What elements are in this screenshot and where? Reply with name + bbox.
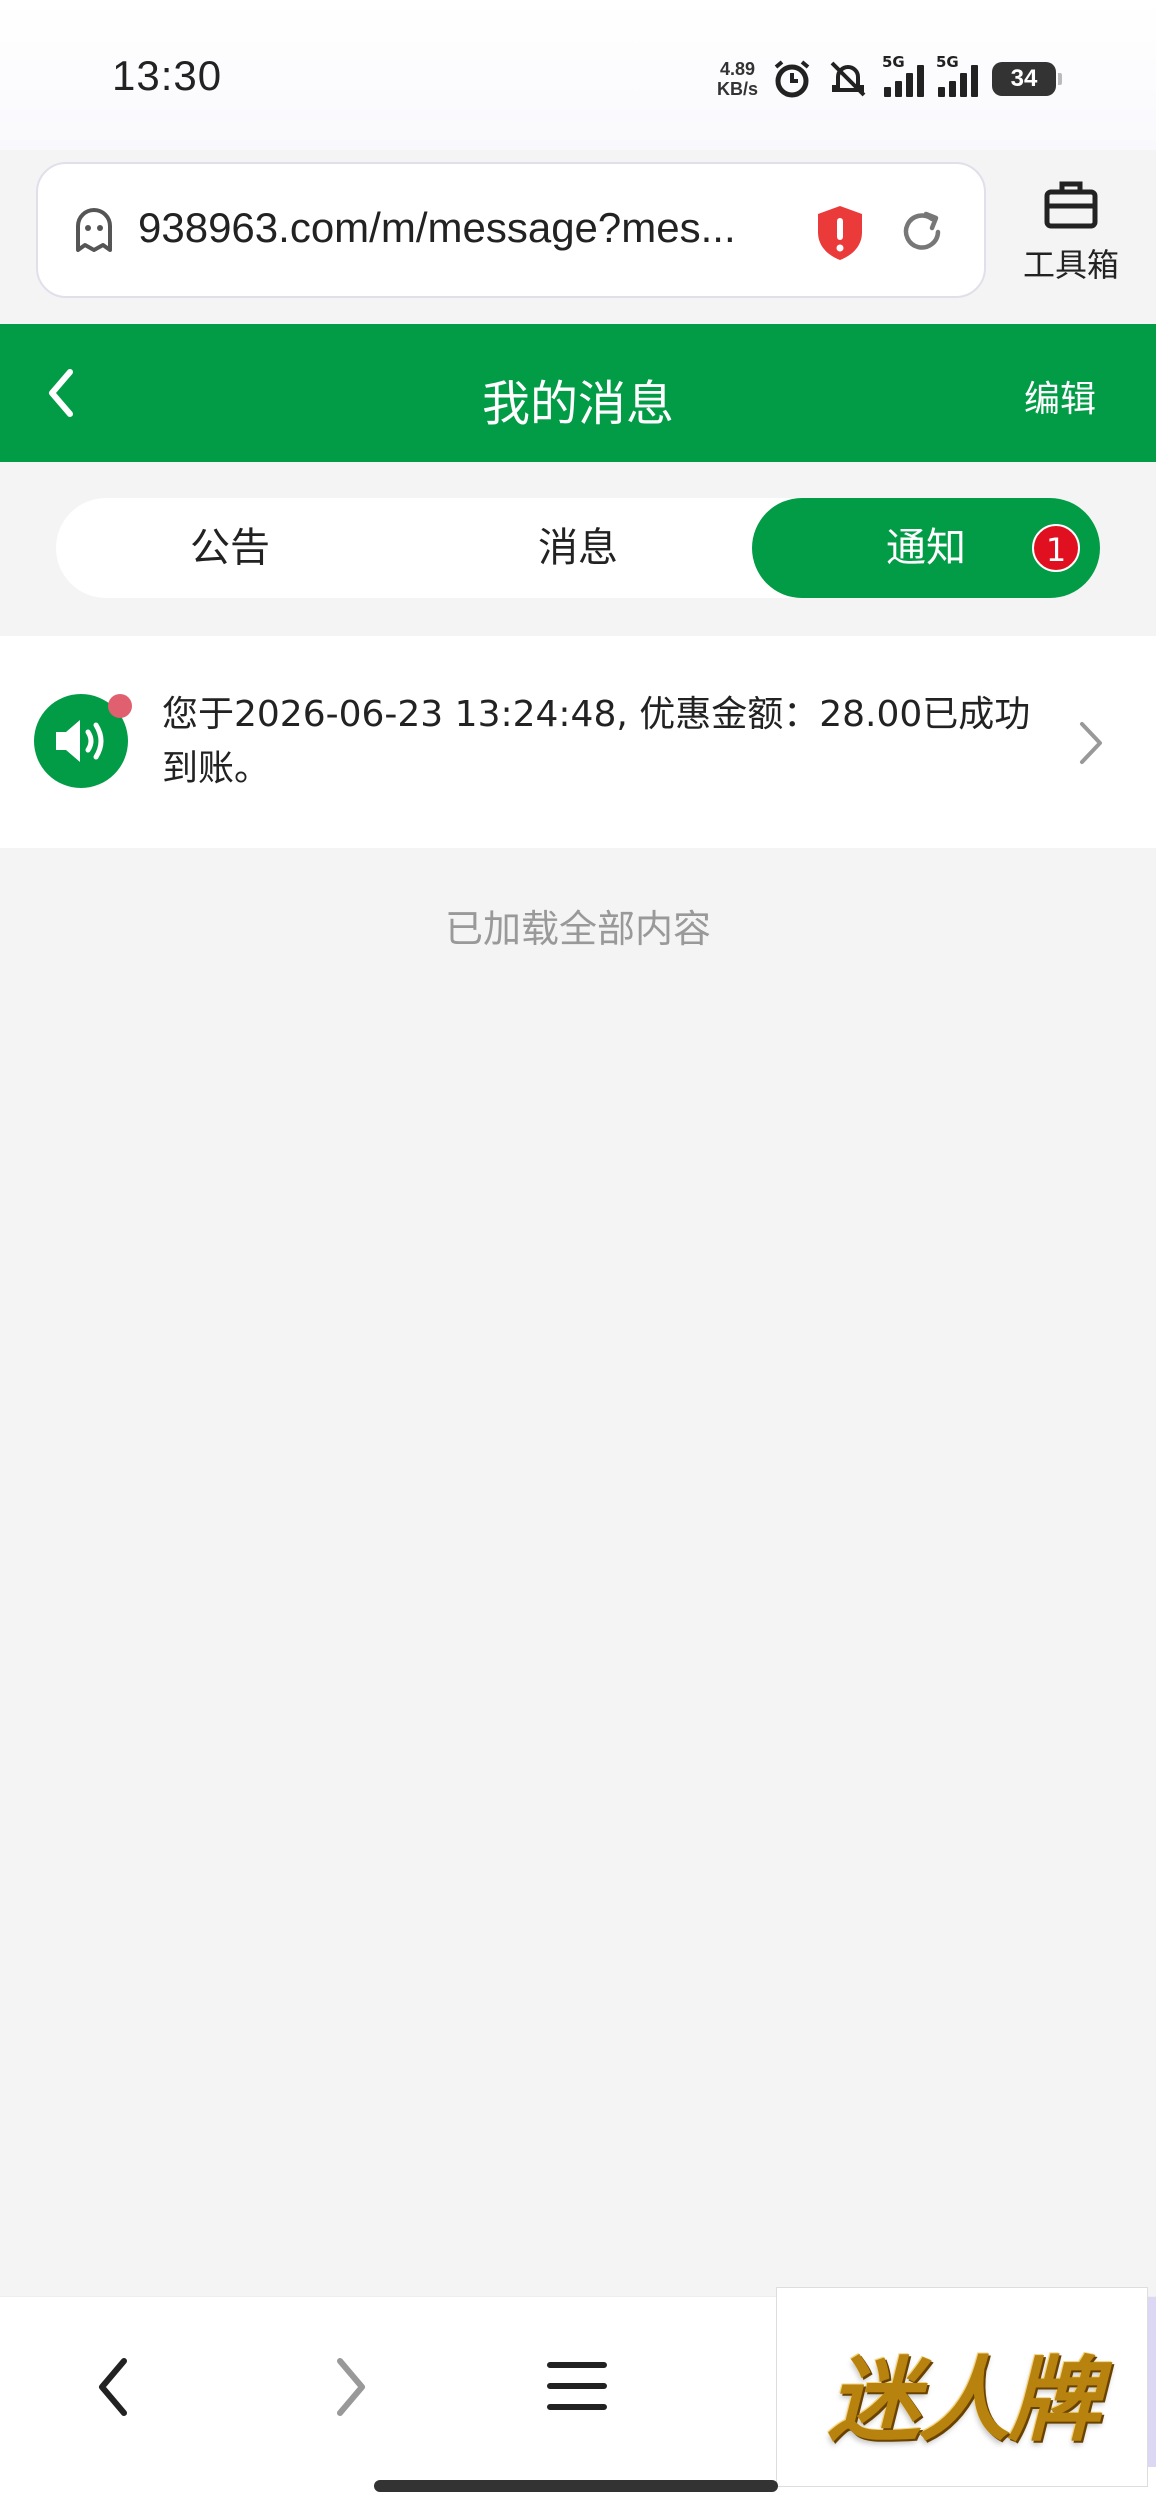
network-speed-unit: KB/s — [716, 79, 758, 99]
reload-icon[interactable] — [896, 206, 948, 258]
edit-button[interactable]: 编辑 — [1024, 370, 1096, 422]
home-indicator[interactable] — [374, 2480, 778, 2492]
tab-messages-label: 消息 — [538, 525, 618, 571]
page-title: 我的消息 — [481, 376, 674, 432]
app-header: 我的消息 编辑 — [0, 324, 1156, 462]
message-tabs: 公告 消息 通知 1 — [56, 498, 1100, 598]
ad-side-strip — [1148, 2297, 1156, 2467]
browser-bottom-bar: 迷人牌 — [0, 2287, 1156, 2511]
all-loaded-text: 已加载全部内容 — [444, 907, 711, 951]
list-item[interactable]: 您于2026-06-23 13:24:48, 优惠金额：28.00已成功到账。 — [0, 636, 1156, 848]
browser-forward-icon[interactable] — [324, 2353, 376, 2421]
ghost-icon — [76, 208, 112, 252]
signal-1-tag: 5G — [882, 53, 905, 71]
signal-5g-2-icon: 5G — [936, 53, 978, 97]
browser-back-icon[interactable] — [88, 2353, 140, 2421]
unread-count-badge: 1 — [1032, 524, 1080, 572]
signal-5g-1-icon: 5G — [882, 53, 924, 97]
address-bar[interactable]: 938963.com/m/message?mes... — [36, 162, 986, 298]
floating-ad[interactable]: 迷人牌 — [776, 2287, 1148, 2487]
tab-announcement-label: 公告 — [190, 525, 270, 571]
toolbox-label: 工具箱 — [1022, 246, 1119, 284]
chevron-right-icon — [1080, 722, 1102, 764]
tab-messages[interactable]: 消息 — [404, 498, 752, 598]
bell-muted-icon — [830, 61, 866, 97]
toolbox-button[interactable]: 工具箱 — [1006, 176, 1136, 296]
alarm-icon — [774, 60, 810, 98]
signal-2-tag: 5G — [936, 53, 959, 71]
url-text[interactable]: 938963.com/m/message?mes... — [138, 204, 736, 252]
tab-announcement[interactable]: 公告 — [56, 498, 404, 598]
toolbox-icon — [1044, 181, 1098, 229]
ad-logo: 迷人牌 — [827, 2346, 1100, 2454]
unread-dot — [108, 694, 132, 718]
network-speed: 4.89 KB/s — [717, 59, 758, 99]
network-speed-value: 4.89 — [719, 59, 756, 79]
status-bar: 13:30 4.89 KB/s 5G 5G 34 — [0, 0, 1156, 150]
menu-icon[interactable] — [546, 2357, 608, 2415]
tab-notifications[interactable]: 通知 1 — [752, 498, 1100, 598]
message-text: 您于2026-06-23 13:24:48, 优惠金额：28.00已成功到账。 — [162, 694, 1031, 789]
security-warning-icon[interactable] — [814, 204, 866, 262]
battery-indicator: 34 — [992, 62, 1062, 96]
status-icons: 4.89 KB/s 5G 5G 34 — [717, 53, 1062, 104]
tab-notifications-label: 通知 — [886, 525, 966, 571]
status-time: 13:30 — [112, 52, 223, 99]
